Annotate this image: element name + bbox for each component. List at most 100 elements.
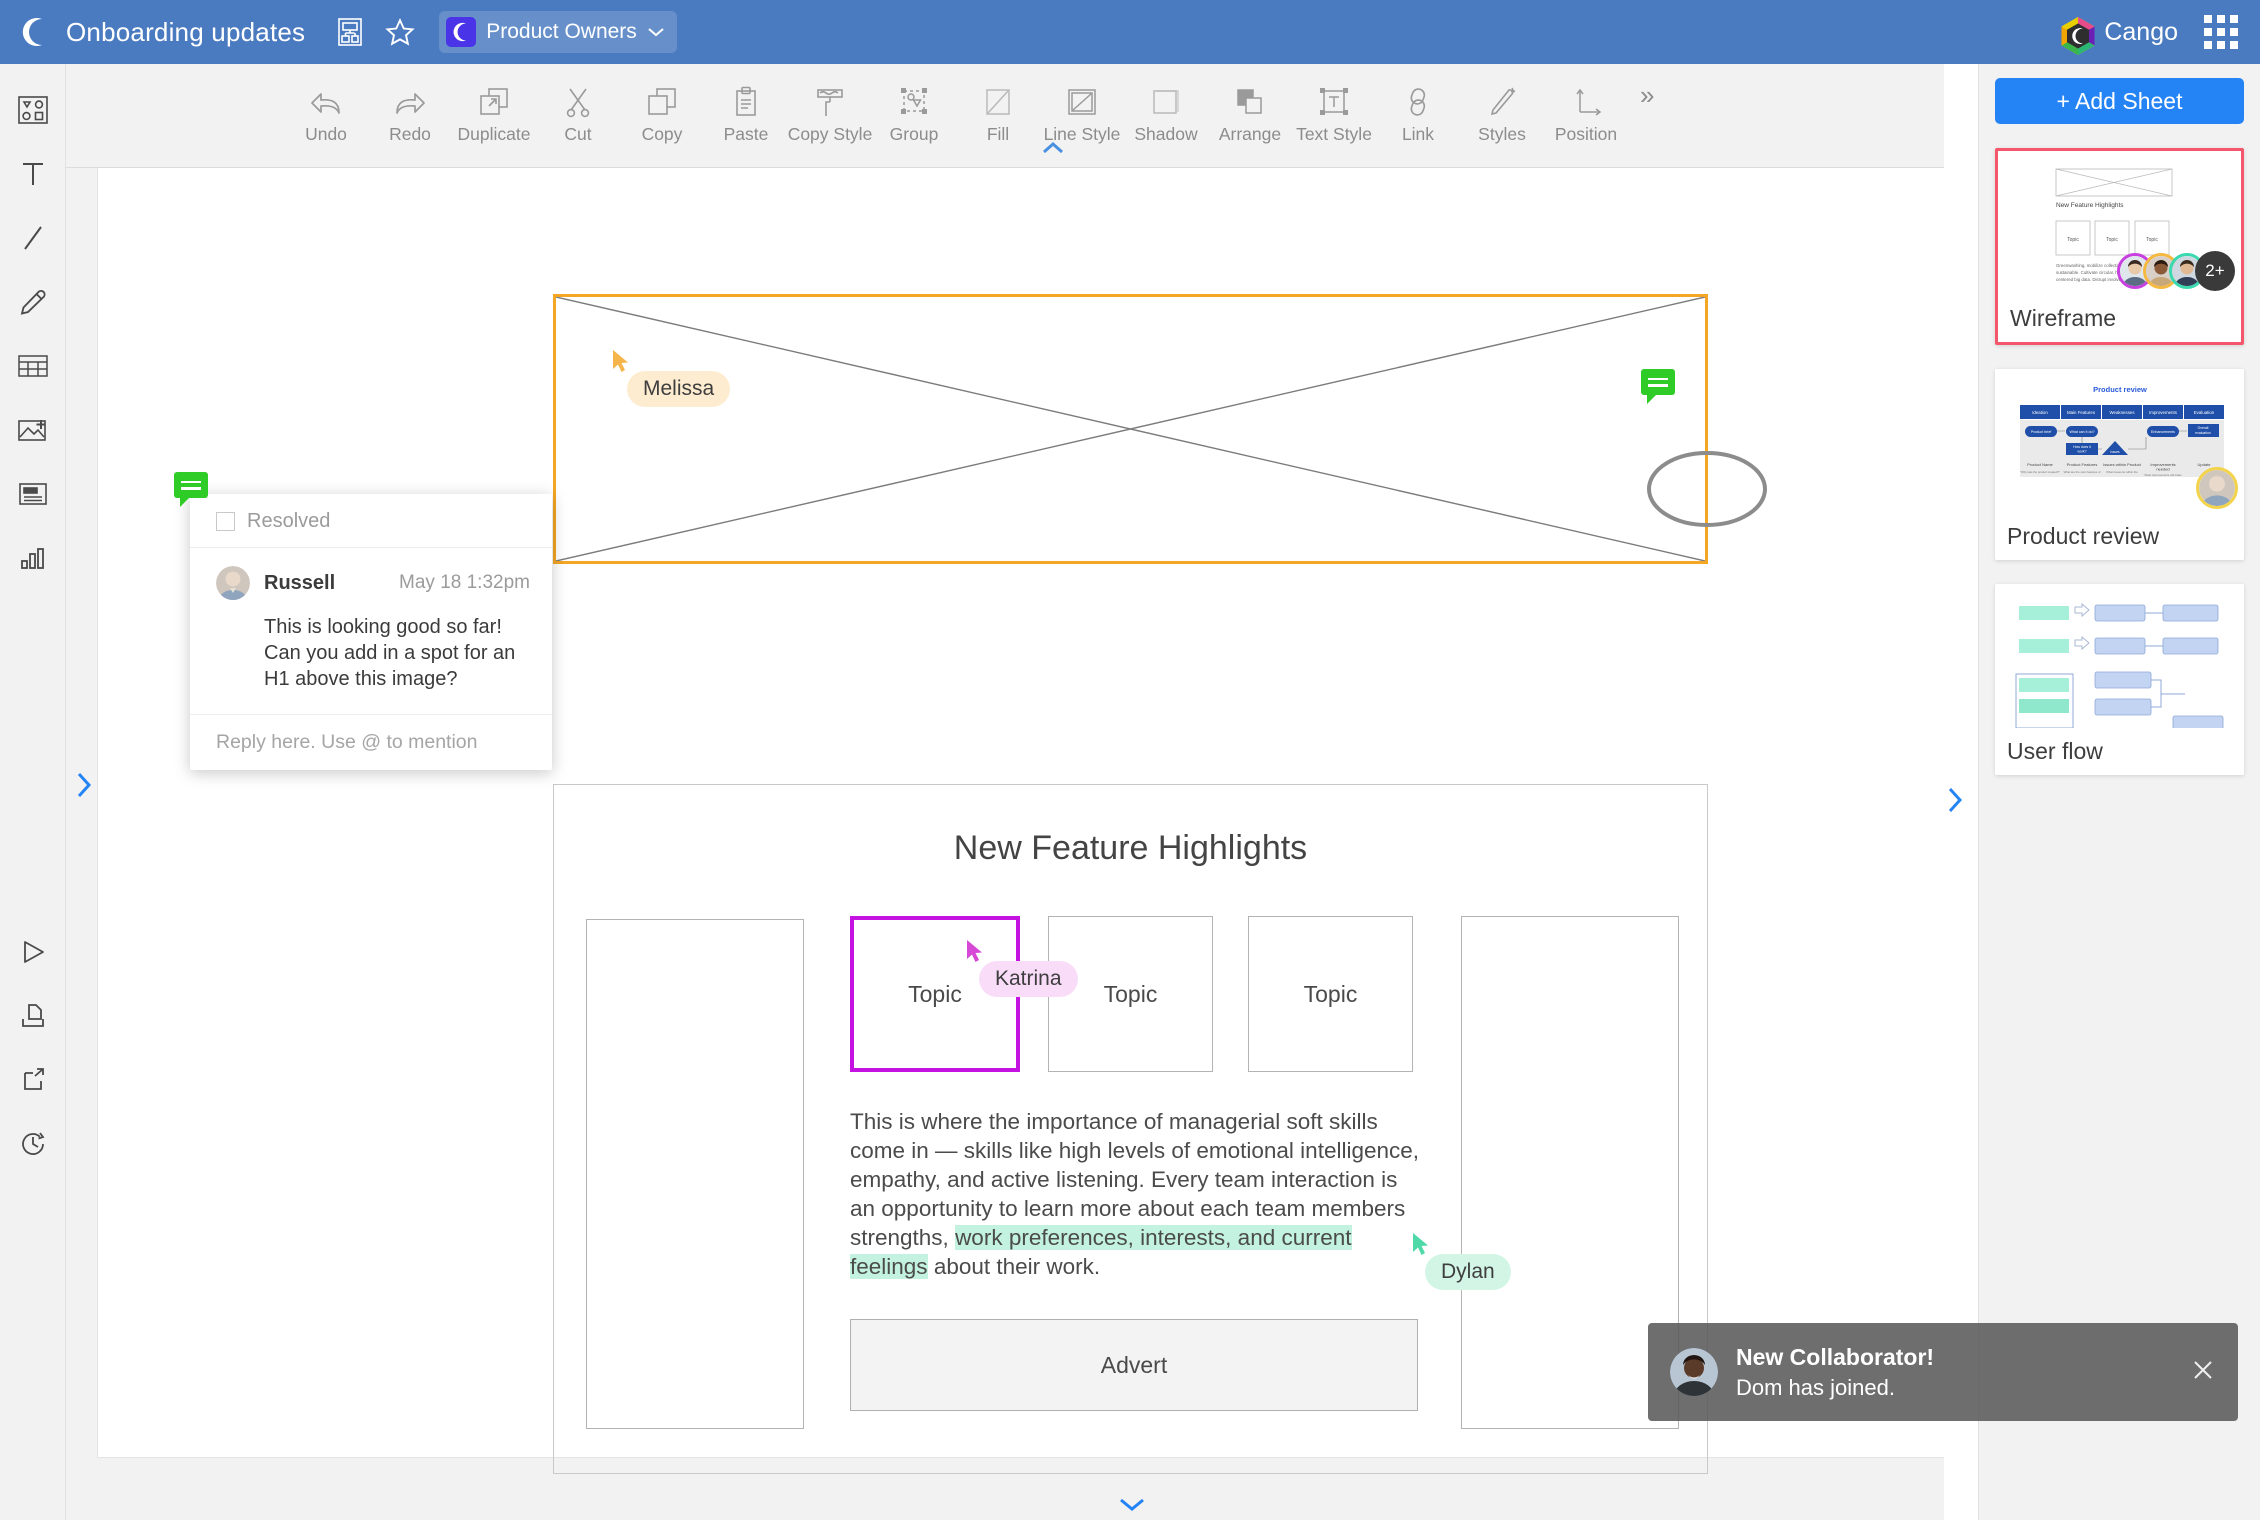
canvas-area[interactable]: Melissa New Feature Highlights Topic Top… (66, 168, 1944, 1520)
sheet-card-product-review[interactable]: Product review Ideation Main Features We… (1995, 369, 2244, 560)
svg-text:Product brief: Product brief (2031, 430, 2051, 434)
expand-right-panel-button[interactable] (1945, 785, 1965, 820)
undo-button[interactable]: Undo (284, 64, 368, 145)
advert-box[interactable]: Advert (850, 1319, 1418, 1411)
text-style-button[interactable]: Text Style (1292, 64, 1376, 145)
org-chart-icon[interactable] (331, 13, 369, 51)
arrange-button[interactable]: Arrange (1208, 64, 1292, 145)
styles-button[interactable]: Styles (1460, 64, 1544, 145)
avatar-overflow-count[interactable]: 2+ (2195, 251, 2235, 291)
toast-subtitle: Dom has joined. (1736, 1374, 1895, 1400)
expand-left-panel-button[interactable] (74, 770, 94, 805)
undo-label: Undo (305, 124, 347, 144)
avatar-russell-thumb (2196, 467, 2238, 509)
team-name: Product Owners (486, 20, 637, 43)
history-tool[interactable] (0, 1112, 66, 1176)
svg-text:Issues within Product: Issues within Product (2103, 462, 2142, 467)
group-button[interactable]: Group (872, 64, 956, 145)
brand-name: Cango (2104, 17, 2178, 46)
sheet-card-user-flow[interactable]: User flow (1995, 584, 2244, 775)
collaborator-avatars[interactable]: 2+ (2117, 251, 2235, 291)
undo-arrow-icon (308, 76, 344, 118)
position-axes-icon (1570, 76, 1602, 118)
svg-text:Topic: Topic (2146, 237, 2158, 243)
line-tool[interactable] (0, 206, 66, 270)
table-tool[interactable] (0, 334, 66, 398)
duplicate-button[interactable]: Duplicate (452, 64, 536, 145)
copy-label: Copy (641, 124, 683, 144)
avatar-dom (1670, 1348, 1718, 1396)
moon-logo-icon[interactable] (18, 15, 52, 49)
svg-text:What issues lie within the: What issues lie within the (2106, 470, 2138, 474)
star-icon[interactable] (381, 13, 419, 51)
line-style-icon (1066, 76, 1098, 118)
image-tool[interactable] (0, 398, 66, 462)
svg-text:centered big data. Disrupt inv: centered big data. Disrupt involving (2056, 277, 2125, 282)
comment-resolve-row[interactable]: Resolved (190, 494, 552, 548)
topic-label-2: Topic (1103, 980, 1158, 1007)
paste-button[interactable]: Paste (704, 64, 788, 145)
document-title[interactable]: Onboarding updates (66, 17, 305, 48)
svg-text:Enhancements: Enhancements (2151, 430, 2175, 434)
body-text-after: about their work. (927, 1254, 1101, 1279)
svg-text:Product Features: Product Features (2067, 462, 2098, 467)
grid-apps-icon[interactable] (2204, 15, 2238, 49)
redo-button[interactable]: Redo (368, 64, 452, 145)
fill-label: Fill (986, 124, 1010, 144)
cut-button[interactable]: Cut (536, 64, 620, 145)
team-selector[interactable]: Product Owners (439, 11, 677, 53)
add-sheet-button[interactable]: + Add Sheet (1995, 78, 2244, 124)
svg-text:Topic: Topic (2067, 237, 2079, 243)
collapse-ribbon-button[interactable] (1040, 140, 1066, 156)
comment-author: Russell (264, 571, 336, 594)
present-tool[interactable] (0, 920, 66, 984)
fill-icon (983, 76, 1013, 118)
left-side-box[interactable] (586, 919, 804, 1429)
body-paragraph[interactable]: This is where the importance of manageri… (850, 1107, 1425, 1281)
sheet-name-product-review: Product review (1995, 513, 2244, 560)
copy-style-button[interactable]: Copy Style (788, 64, 872, 145)
comment-bubble-tail (180, 498, 189, 507)
shapes-tool[interactable] (0, 78, 66, 142)
import-tool[interactable] (0, 984, 66, 1048)
copy-button[interactable]: Copy (620, 64, 704, 145)
ellipse-annotation[interactable] (1643, 444, 1773, 534)
shadow-button[interactable]: Shadow (1124, 64, 1208, 145)
svg-text:What improvements will make: What improvements will make (2144, 473, 2182, 477)
collaborator-avatars-product-review[interactable] (2196, 467, 2238, 509)
comment-popup[interactable]: Resolved Russell May 18 1:32pm This is l… (174, 472, 552, 770)
scissors-icon (563, 76, 593, 118)
link-button[interactable]: Link (1376, 64, 1460, 145)
svg-text:How does it: How does it (2073, 445, 2091, 449)
resolved-checkbox[interactable] (216, 512, 235, 531)
comment-reply-input[interactable]: Reply here. Use @ to mention (190, 715, 552, 770)
svg-text:What can it do?: What can it do? (2070, 430, 2095, 434)
cursor-arrow-icon (967, 940, 982, 962)
sheet-name-user-flow: User flow (1995, 728, 2244, 775)
shadow-label: Shadow (1134, 124, 1198, 144)
comment-popup-pin-icon[interactable] (174, 472, 208, 507)
position-button[interactable]: Position (1544, 64, 1628, 145)
expand-bottom-panel-button[interactable] (1117, 1495, 1147, 1518)
notification-toast[interactable]: New Collaborator! Dom has joined. (1648, 1323, 2238, 1421)
redo-label: Redo (389, 124, 431, 144)
close-icon[interactable] (2190, 1357, 2216, 1388)
app-root: Onboarding updates Product Owners Cango … (0, 0, 2260, 1520)
fill-button[interactable]: Fill (956, 64, 1040, 145)
more-tools-button[interactable]: » (1640, 80, 1654, 111)
topic-box-3[interactable]: Topic (1248, 916, 1413, 1072)
line-style-button[interactable]: Line Style (1040, 64, 1124, 145)
cursor-arrow-icon (1413, 1233, 1428, 1255)
text-tool[interactable] (0, 142, 66, 206)
textblock-tool[interactable] (0, 462, 66, 526)
svg-text:Evaluation: Evaluation (2194, 410, 2215, 415)
chart-tool[interactable] (0, 526, 66, 590)
pencil-tool[interactable] (0, 270, 66, 334)
image-placeholder[interactable] (553, 294, 1708, 564)
export-tool[interactable] (0, 1048, 66, 1112)
sheet-card-wireframe[interactable]: Topic Topic Topic New Feature Highlights… (1995, 148, 2244, 345)
right-side-box[interactable] (1461, 916, 1679, 1429)
text-style-icon (1318, 76, 1350, 118)
format-toolbar: Undo Redo Duplicate Cut Copy Paste Copy … (66, 64, 1944, 168)
comment-pin-icon[interactable] (1641, 369, 1675, 404)
